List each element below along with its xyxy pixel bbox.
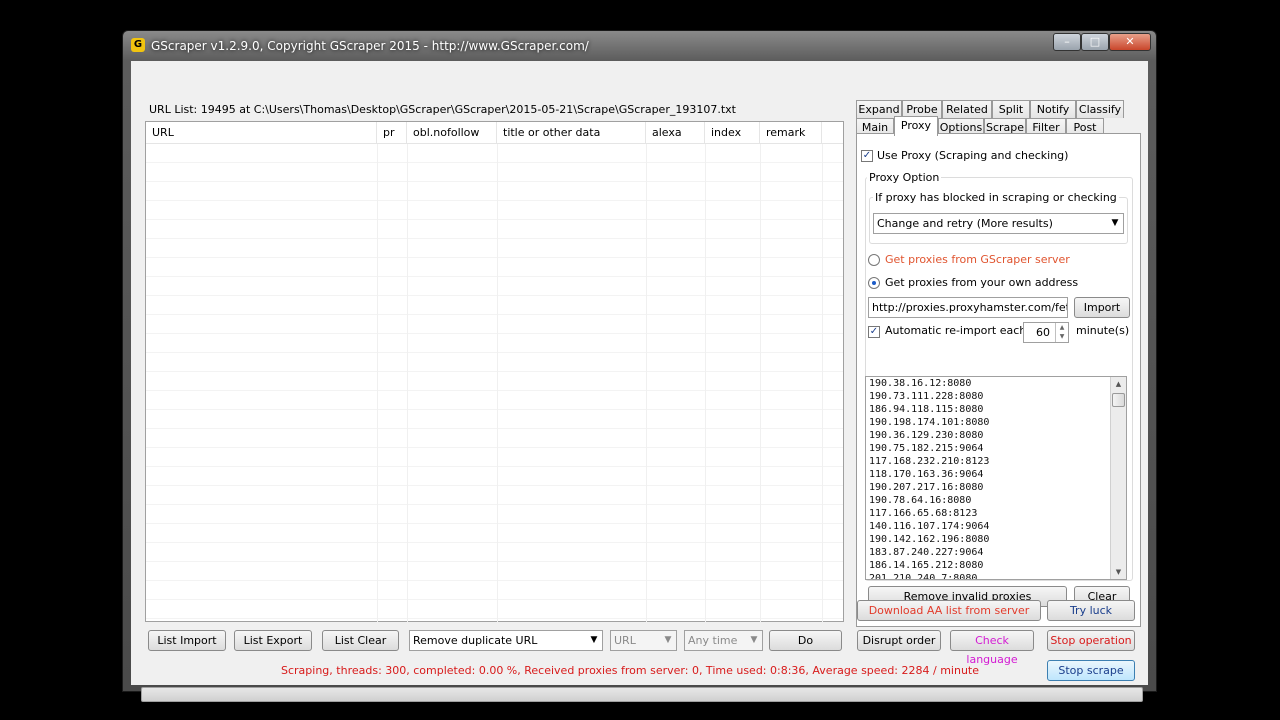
url-list-label: URL List: 19495 at C:\Users\Thomas\Deskt…	[149, 103, 736, 116]
proxy-row[interactable]: 190.38.16.12:8080	[866, 377, 1126, 390]
own-address-radio[interactable]	[868, 277, 880, 289]
tab-proxy[interactable]: Proxy	[894, 116, 938, 136]
list-clear-button[interactable]: List Clear	[322, 630, 399, 651]
reimport-interval-value: 60	[1036, 326, 1050, 339]
check-language-button[interactable]: Check language	[950, 630, 1034, 666]
time-select[interactable]: Any time ▼	[684, 630, 763, 651]
proxy-panel: ✓ Use Proxy (Scraping and checking) Prox…	[856, 133, 1141, 627]
disrupt-order-button[interactable]: Disrupt order	[857, 630, 941, 651]
import-button[interactable]: Import	[1074, 297, 1130, 318]
proxy-row[interactable]: 201.210.240.7:8080	[866, 572, 1126, 579]
minimize-button[interactable]: –	[1053, 33, 1081, 51]
column-obl-nofollow[interactable]: obl.nofollow	[407, 122, 497, 144]
auto-reimport-checkbox[interactable]: ✓	[868, 326, 880, 338]
status-text: Scraping, threads: 300, completed: 0.00 …	[281, 664, 979, 677]
proxy-row[interactable]: 190.198.174.101:8080	[866, 416, 1126, 429]
proxy-row[interactable]: 190.36.129.230:8080	[866, 429, 1126, 442]
column-index[interactable]: index	[705, 122, 760, 144]
do-button[interactable]: Do	[769, 630, 842, 651]
blocked-action-value: Change and retry (More results)	[877, 217, 1053, 230]
proxy-row[interactable]: 117.166.65.68:8123	[866, 507, 1126, 520]
grid-rows	[146, 144, 843, 622]
auto-reimport-label: Automatic re-import each	[885, 324, 1027, 337]
grid-divider	[760, 144, 761, 622]
server-proxies-label: Get proxies from GScraper server	[885, 253, 1070, 266]
column-remark[interactable]: remark	[760, 122, 822, 144]
proxy-source-url[interactable]: http://proxies.proxyhamster.com/fetch.ph…	[868, 297, 1068, 318]
scroll-thumb[interactable]	[1112, 393, 1125, 407]
chevron-down-icon: ▼	[750, 635, 758, 645]
proxy-row[interactable]: 118.170.163.36:9064	[866, 468, 1126, 481]
proxy-row[interactable]: 190.73.111.228:8080	[866, 390, 1126, 403]
reimport-unit-label: minute(s)	[1076, 324, 1130, 337]
proxy-row[interactable]: 117.168.232.210:8123	[866, 455, 1126, 468]
proxy-option-title: Proxy Option	[867, 171, 942, 184]
grid-header: URL pr obl.nofollow title or other data …	[146, 122, 843, 144]
proxy-row[interactable]: 186.94.118.115:8080	[866, 403, 1126, 416]
reimport-interval-spinner[interactable]: 60 ▲ ▼	[1023, 322, 1069, 343]
proxy-row[interactable]: 140.116.107.174:9064	[866, 520, 1126, 533]
chevron-down-icon: ▼	[590, 635, 598, 645]
chevron-down-icon: ▼	[1111, 218, 1119, 228]
grid-divider	[822, 144, 823, 622]
maximize-button[interactable]: □	[1081, 33, 1109, 51]
blocked-action-select[interactable]: Change and retry (More results) ▼	[873, 213, 1124, 234]
proxy-row[interactable]: 183.87.240.227:9064	[866, 546, 1126, 559]
grid-divider	[377, 144, 378, 622]
grid-divider	[705, 144, 706, 622]
stop-scrape-button[interactable]: Stop scrape	[1047, 660, 1135, 681]
use-proxy-checkbox[interactable]: ✓	[861, 150, 873, 162]
use-proxy-label: Use Proxy (Scraping and checking)	[877, 149, 1069, 162]
list-export-button[interactable]: List Export	[234, 630, 312, 651]
column-url[interactable]: URL	[146, 122, 377, 144]
url-grid[interactable]: URL pr obl.nofollow title or other data …	[145, 121, 844, 622]
column-title[interactable]: title or other data	[497, 122, 646, 144]
tab-classify[interactable]: Classify	[1076, 100, 1124, 118]
url-select[interactable]: URL ▼	[610, 630, 677, 651]
proxy-rows: 190.38.16.12:8080 190.73.111.228:8080 186.…	[866, 377, 1126, 579]
proxy-list-scrollbar[interactable]: ▲ ▼	[1110, 377, 1126, 579]
try-luck-button[interactable]: Try luck	[1047, 600, 1135, 621]
scroll-up-icon[interactable]: ▲	[1111, 377, 1126, 391]
tab-split[interactable]: Split	[992, 100, 1030, 118]
spin-arrows-icon[interactable]: ▲ ▼	[1055, 323, 1068, 342]
dedupe-select[interactable]: Remove duplicate URL ▼	[409, 630, 603, 651]
list-import-button[interactable]: List Import	[148, 630, 226, 651]
tab-notify[interactable]: Notify	[1030, 100, 1076, 118]
title-bar[interactable]: G GScraper v1.2.9.0, Copyright GScraper …	[123, 31, 1156, 61]
progress-bar	[141, 687, 1143, 702]
time-select-value: Any time	[688, 634, 738, 647]
grid-divider	[407, 144, 408, 622]
dedupe-select-value: Remove duplicate URL	[413, 634, 538, 647]
grid-divider	[646, 144, 647, 622]
proxy-row[interactable]: 190.142.162.196:8080	[866, 533, 1126, 546]
window-title: GScraper v1.2.9.0, Copyright GScraper 20…	[151, 39, 589, 53]
scroll-down-icon[interactable]: ▼	[1111, 565, 1126, 579]
close-button[interactable]: ✕	[1109, 33, 1151, 51]
blocked-group-title: If proxy has blocked in scraping or chec…	[873, 191, 1119, 204]
proxy-list[interactable]: 190.38.16.12:8080 190.73.111.228:8080 186.…	[865, 376, 1127, 580]
app-icon: G	[131, 38, 145, 52]
tab-related[interactable]: Related	[942, 100, 992, 118]
chevron-down-icon: ▼	[664, 635, 672, 645]
proxy-row[interactable]: 190.207.217.16:8080	[866, 481, 1126, 494]
column-alexa[interactable]: alexa	[646, 122, 705, 144]
stop-operation-button[interactable]: Stop operation	[1047, 630, 1135, 651]
server-proxies-radio[interactable]	[868, 254, 880, 266]
proxy-row[interactable]: 190.75.182.215:9064	[866, 442, 1126, 455]
app-window: G GScraper v1.2.9.0, Copyright GScraper …	[122, 30, 1157, 702]
own-address-label: Get proxies from your own address	[885, 276, 1079, 289]
column-pr[interactable]: pr	[377, 122, 407, 144]
client-area: URL List: 19495 at C:\Users\Thomas\Deskt…	[131, 61, 1148, 702]
proxy-row[interactable]: 190.78.64.16:8080	[866, 494, 1126, 507]
download-aa-list-button[interactable]: Download AA list from server	[857, 600, 1041, 621]
grid-divider	[497, 144, 498, 622]
url-select-value: URL	[614, 634, 636, 647]
proxy-row[interactable]: 186.14.165.212:8080	[866, 559, 1126, 572]
